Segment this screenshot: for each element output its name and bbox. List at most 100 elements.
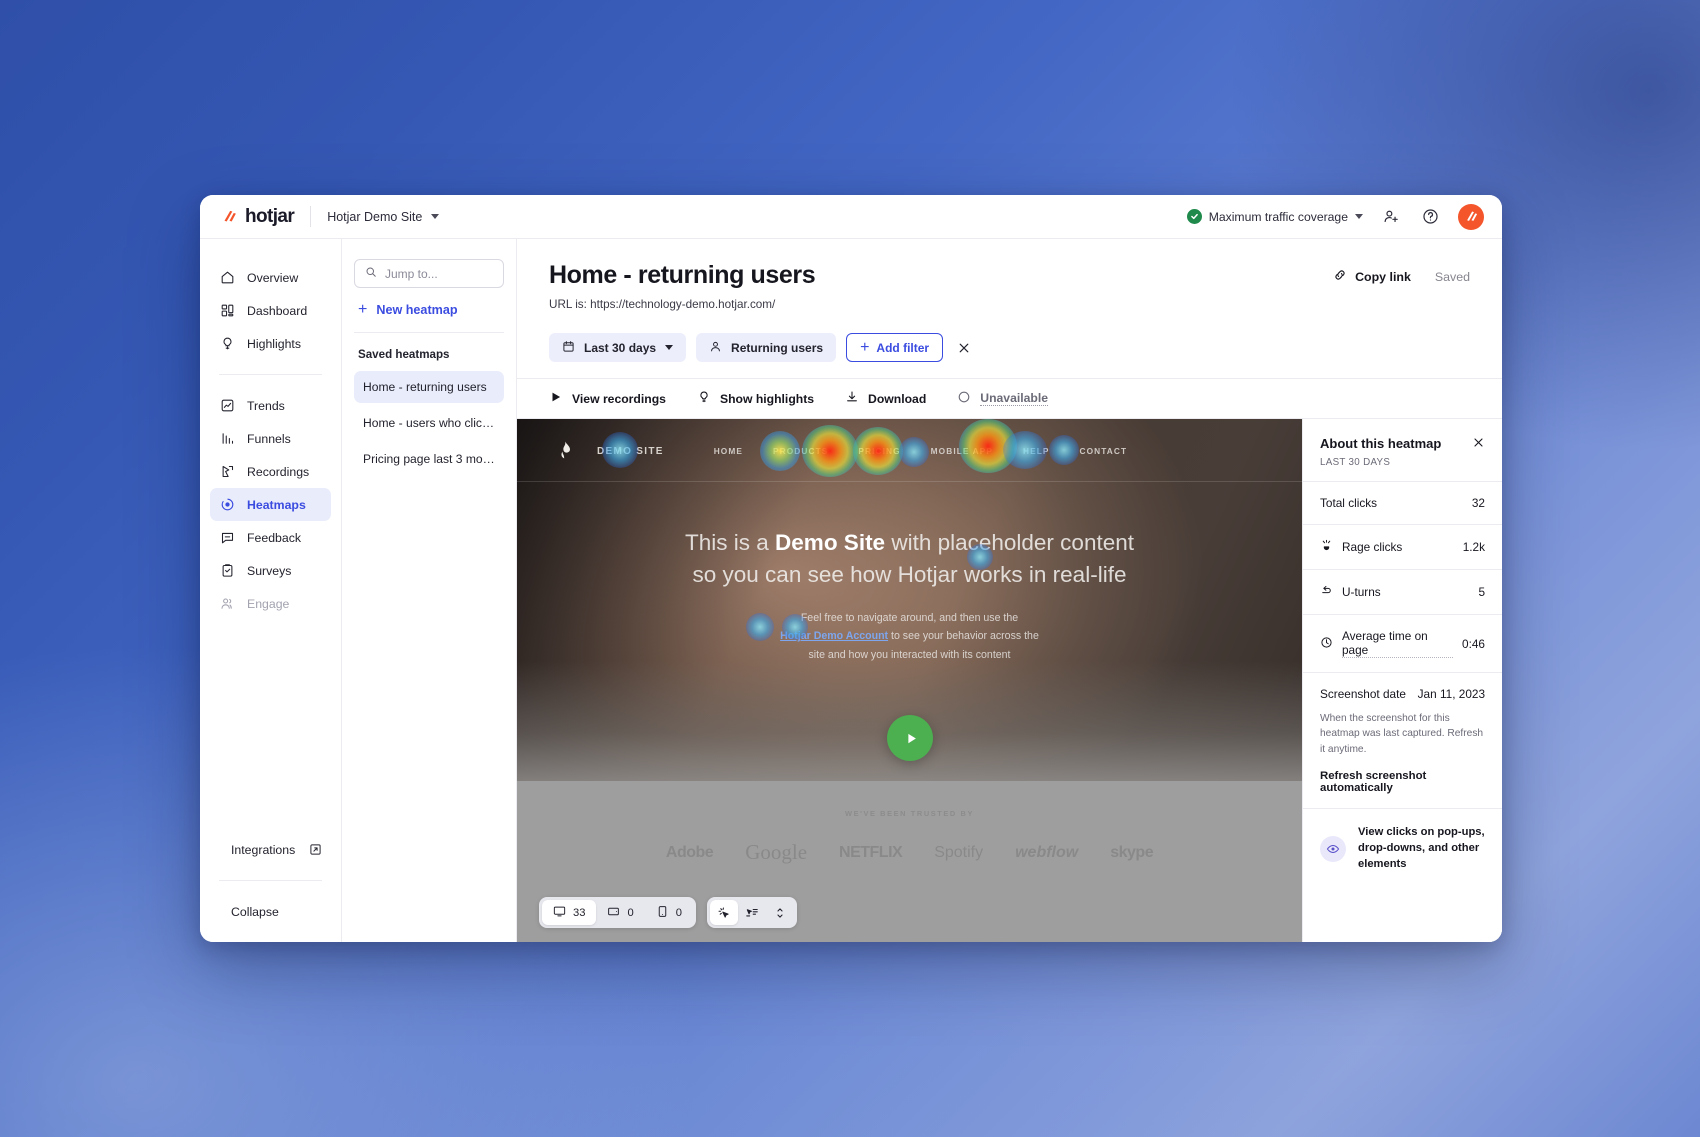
sidebar-item-funnels[interactable]: Funnels xyxy=(210,422,331,455)
surveys-icon xyxy=(219,563,235,579)
unavailable-button[interactable]: Unavailable xyxy=(957,390,1049,407)
saved-heatmaps-title: Saved heatmaps xyxy=(358,348,450,361)
sidebar-item-trends[interactable]: Trends xyxy=(210,389,331,422)
refresh-screenshot-button[interactable]: Refresh screenshot automatically xyxy=(1320,770,1485,794)
download-button[interactable]: Download xyxy=(845,390,926,407)
demo-nav-pricing[interactable]: PRICING xyxy=(858,446,900,456)
download-icon xyxy=(845,390,859,407)
sidebar-item-heatmaps[interactable]: Heatmaps xyxy=(210,488,331,521)
logo-google: Google xyxy=(745,840,808,864)
rage-icon xyxy=(1320,539,1333,555)
heatmaps-icon xyxy=(219,497,235,513)
popup-clicks-promo-text: View clicks on pop-ups, drop-downs, and … xyxy=(1358,825,1485,870)
unavailable-label: Unavailable xyxy=(980,391,1049,406)
sidebar-group-tools: Trends Funnels Recordings Heatmaps Feedb… xyxy=(200,389,341,620)
recordings-icon xyxy=(219,464,235,480)
about-panel-header: About this heatmap LAST 30 DAYS xyxy=(1303,419,1502,482)
sidebar-item-integrations[interactable]: Integrations xyxy=(210,833,331,871)
demo-nav-home[interactable]: HOME xyxy=(714,446,743,456)
sidebar-collapse-label: Collapse xyxy=(231,904,279,919)
new-heatmap-button[interactable]: + New heatmap xyxy=(354,302,504,333)
sidebar-item-dashboard[interactable]: Dashboard xyxy=(210,294,331,327)
sidebar-item-label: Funnels xyxy=(247,431,291,446)
view-mode-element-list[interactable] xyxy=(738,900,766,925)
avatar[interactable] xyxy=(1458,203,1484,230)
sidebar-item-engage[interactable]: Engage xyxy=(210,587,331,620)
new-heatmap-label: New heatmap xyxy=(376,303,458,317)
check-circle-icon xyxy=(1186,209,1202,224)
metric-value: 0:46 xyxy=(1462,636,1485,651)
sidebar-item-feedback[interactable]: Feedback xyxy=(210,521,331,554)
search-input[interactable] xyxy=(385,266,493,281)
hero-subtext: Feel free to navigate around, and then u… xyxy=(577,609,1242,665)
logo-spotify: Spotify xyxy=(934,843,984,861)
traffic-coverage-selector[interactable]: Maximum traffic coverage xyxy=(1186,209,1363,224)
sidebar-item-label: Feedback xyxy=(247,530,302,545)
popup-clicks-promo[interactable]: View clicks on pop-ups, drop-downs, and … xyxy=(1303,809,1502,889)
heatmap-list-item-2[interactable]: Pricing page last 3 months xyxy=(354,443,504,475)
help-button[interactable] xyxy=(1419,206,1441,228)
clear-filters-button[interactable] xyxy=(957,341,971,355)
screenshot-date-value: Jan 11, 2023 xyxy=(1417,687,1485,701)
device-desktop-button[interactable]: 33 xyxy=(542,900,597,925)
device-segment: 33 0 0 xyxy=(539,897,696,928)
hotjar-wordmark: hotjar xyxy=(245,205,295,227)
sidebar-collapse-button[interactable]: Collapse xyxy=(210,895,331,936)
bulb-icon xyxy=(697,390,711,407)
view-mode-click-map[interactable] xyxy=(709,900,738,925)
main-content: Home - returning users Copy link Saved U… xyxy=(517,239,1502,942)
hotjar-logo[interactable]: hotjar xyxy=(221,205,295,228)
date-range-chip[interactable]: Last 30 days xyxy=(549,333,687,362)
sidebar-item-label: Overview xyxy=(247,270,299,285)
heatmap-toolbar: View recordings Show highlights Download xyxy=(517,378,1502,419)
user-filter-chip[interactable]: Returning users xyxy=(696,333,837,362)
heatmap-list-item-0[interactable]: Home - returning users xyxy=(354,371,504,403)
topbar-divider xyxy=(310,206,312,227)
heatmap-list-item-1[interactable]: Home - users who click "sign up" xyxy=(354,407,504,439)
logo-skype: skype xyxy=(1110,843,1154,861)
device-mobile-button[interactable]: 0 xyxy=(645,900,693,925)
demo-nav-contact[interactable]: CONTACT xyxy=(1080,446,1128,456)
external-link-icon xyxy=(309,843,322,856)
hotjar-demo-account-link[interactable]: Hotjar Demo Account xyxy=(780,630,888,642)
view-recordings-button[interactable]: View recordings xyxy=(549,390,666,407)
about-panel-title: About this heatmap xyxy=(1320,436,1442,451)
add-filter-button[interactable]: + Add filter xyxy=(846,333,944,362)
topbar-actions: Maximum traffic coverage xyxy=(1186,203,1484,230)
mobile-icon xyxy=(656,905,669,921)
metric-total-clicks: Total clicks 32 xyxy=(1303,482,1502,525)
screenshot-date-block: Screenshot date Jan 11, 2023 When the sc… xyxy=(1303,673,1502,809)
uturn-icon xyxy=(1320,584,1333,600)
device-tablet-button[interactable]: 0 xyxy=(596,900,644,925)
hero-divider xyxy=(517,481,1302,482)
invite-user-button[interactable] xyxy=(1380,206,1402,228)
sidebar-divider-bottom xyxy=(219,880,322,881)
sidebar-item-surveys[interactable]: Surveys xyxy=(210,554,331,587)
close-icon[interactable] xyxy=(1472,436,1485,449)
metric-label: Average time on page xyxy=(1342,629,1454,658)
sidebar-item-label: Heatmaps xyxy=(247,497,306,512)
saved-status: Saved xyxy=(1434,269,1470,284)
about-panel-subtitle: LAST 30 DAYS xyxy=(1320,457,1391,468)
demo-nav-help[interactable]: HELP xyxy=(1023,446,1050,456)
sidebar-item-label: Trends xyxy=(247,398,285,413)
hero-play-button[interactable] xyxy=(886,715,933,761)
chevron-down-icon xyxy=(1355,214,1363,219)
metric-label: Rage clicks xyxy=(1342,540,1403,554)
demo-nav-products[interactable]: PRODUCTS xyxy=(773,446,828,456)
device-tablet-count: 0 xyxy=(627,906,634,919)
heatmap-preview[interactable]: DEMO SITE HOME PRODUCTS PRICING MOBILE A… xyxy=(517,419,1302,942)
sidebar-item-highlights[interactable]: Highlights xyxy=(210,327,331,360)
site-selector[interactable]: Hotjar Demo Site xyxy=(327,209,440,224)
tablet-icon xyxy=(607,905,620,921)
demo-nav-mobile-app[interactable]: MOBILE APP xyxy=(931,446,993,456)
sidebar-item-recordings[interactable]: Recordings xyxy=(210,455,331,488)
site-selector-label: Hotjar Demo Site xyxy=(327,209,423,224)
sidebar-item-overview[interactable]: Overview xyxy=(210,261,331,294)
copy-link-button[interactable]: Copy link xyxy=(1333,268,1411,285)
hotjar-app-window: hotjar Hotjar Demo Site Maximum traffic … xyxy=(200,195,1502,942)
page-title: Home - returning users xyxy=(549,261,816,289)
view-mode-scroll-map[interactable] xyxy=(766,900,794,925)
jump-to-search[interactable] xyxy=(354,259,504,288)
show-highlights-button[interactable]: Show highlights xyxy=(697,390,814,407)
